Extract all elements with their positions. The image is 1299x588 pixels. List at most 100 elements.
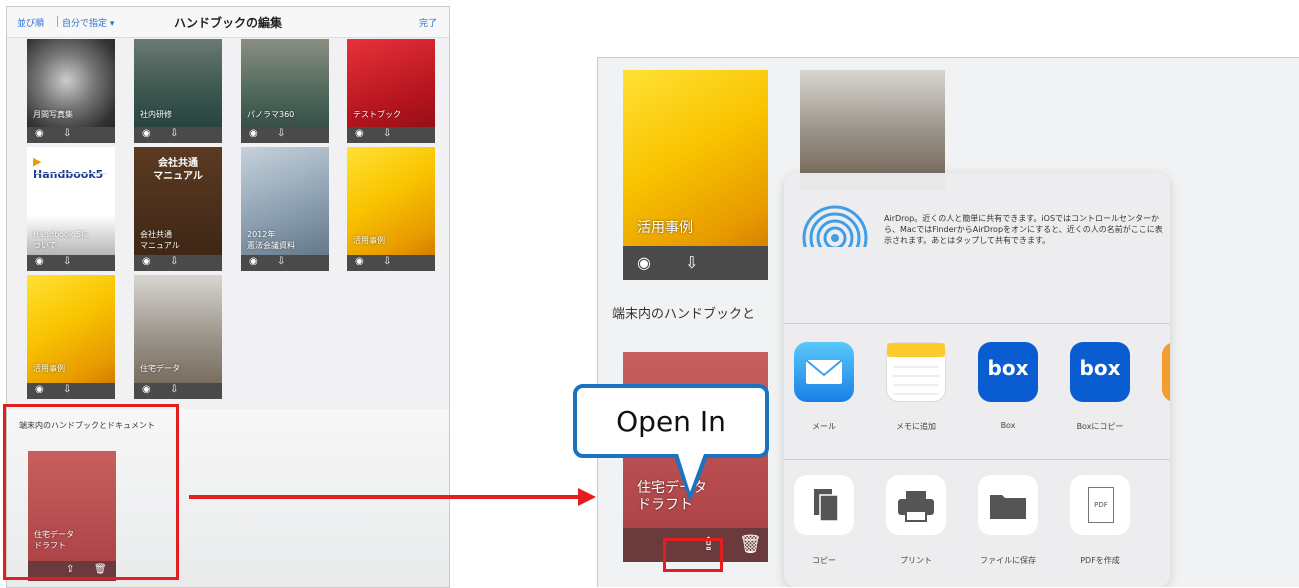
open-in-callout: Open In	[573, 384, 769, 458]
share-button-highlight	[663, 538, 723, 572]
cover-text-block	[35, 173, 107, 214]
notes-app-tile[interactable]	[886, 342, 946, 402]
book-tile[interactable]	[800, 70, 945, 190]
book-title: Handbook 5に ついて	[33, 230, 90, 250]
book-toolbar: ◉ ⇩	[134, 383, 222, 399]
folder-icon	[990, 495, 1026, 519]
copy-icon	[814, 489, 839, 522]
app-label: Box	[1000, 421, 1016, 430]
book-tile[interactable]: 社内研修 ◉ ⇩	[134, 39, 222, 143]
print-action-tile[interactable]	[886, 475, 946, 535]
download-icon[interactable]: ⇩	[170, 128, 178, 139]
preview-eye-icon[interactable]: ◉	[35, 384, 44, 395]
book-tile[interactable]: パノラマ360 ◉ ⇩	[241, 39, 329, 143]
book-toolbar: ◉ ⇩	[347, 255, 435, 271]
book-tile[interactable]: 活用事例 ◉ ⇩	[27, 275, 115, 399]
action-label: プリント	[900, 556, 932, 565]
app-label: Boxにコピー	[1076, 422, 1124, 431]
app-label: メモに追加	[896, 422, 936, 431]
mail-app-tile[interactable]	[794, 342, 854, 402]
book-cover	[27, 275, 115, 399]
book-title: 住宅データ	[140, 364, 180, 373]
book-tile[interactable]: 活用事例 ◉ ⇩	[623, 70, 768, 280]
book-toolbar: ◉ ⇩	[27, 127, 115, 143]
book-title: 活用事例	[637, 220, 693, 236]
book-title: 会社共通 マニュアル	[140, 230, 180, 250]
share-sheet: AirDrop。近くの人と簡単に共有できます。iOSではコントロールセンターから…	[784, 173, 1170, 587]
preview-eye-icon[interactable]: ◉	[35, 256, 44, 267]
book-title: 2012年 憲法会議資料	[247, 230, 295, 250]
book-title: 月間写真集	[33, 110, 73, 119]
done-button[interactable]: 完了	[419, 16, 437, 29]
print-icon	[898, 491, 934, 522]
preview-eye-icon[interactable]: ◉	[249, 128, 258, 139]
book-tile[interactable]: 月間写真集 ◉ ⇩	[27, 39, 115, 143]
download-icon[interactable]: ⇩	[63, 256, 71, 267]
preview-eye-icon[interactable]: ◉	[355, 128, 364, 139]
arrow-line	[189, 495, 579, 499]
book-tile[interactable]: テストブック ◉ ⇩	[347, 39, 435, 143]
preview-eye-icon[interactable]: ◉	[637, 253, 651, 272]
preview-eye-icon[interactable]: ◉	[142, 384, 151, 395]
book-cover	[347, 147, 435, 271]
box-icon: box	[1079, 356, 1121, 380]
action-row: コピー プリント ファイルに保存 PDF PDFを作成	[784, 460, 1170, 587]
book-toolbar: ◉ ⇩	[347, 127, 435, 143]
airdrop-icon	[802, 205, 868, 271]
box-app-tile[interactable]: box	[978, 342, 1038, 402]
callout-pointer	[674, 454, 708, 502]
action-label: ファイルに保存	[980, 556, 1036, 565]
download-icon[interactable]: ⇩	[277, 128, 285, 139]
book-cover	[241, 147, 329, 271]
preview-eye-icon[interactable]: ◉	[142, 128, 151, 139]
book-toolbar: ◉ ⇩	[27, 255, 115, 271]
download-icon[interactable]: ⇩	[383, 256, 391, 267]
callout-label: Open In	[616, 405, 726, 438]
preview-eye-icon[interactable]: ◉	[142, 256, 151, 267]
book-tile[interactable]: 会社共通 マニュアル 会社共通 マニュアル ◉ ⇩	[134, 147, 222, 271]
book-toolbar: ◉ ⇩	[134, 127, 222, 143]
book-tile[interactable]: 住宅データ ◉ ⇩	[134, 275, 222, 399]
book-toolbar: ◉ ⇩	[623, 246, 768, 280]
download-icon[interactable]: ⇩	[277, 256, 285, 267]
box-icon: box	[987, 356, 1029, 380]
download-icon[interactable]: ⇩	[685, 253, 698, 272]
create-pdf-action-tile[interactable]: PDF	[1070, 475, 1130, 535]
book-title: テストブック	[353, 110, 401, 119]
action-label: コピー	[812, 556, 836, 565]
more-app-tile[interactable]	[1162, 342, 1170, 402]
cover-title: 会社共通 マニュアル	[153, 158, 203, 182]
book-toolbar: ◉ ⇩	[27, 383, 115, 399]
download-icon[interactable]: ⇩	[383, 128, 391, 139]
section-title: 端末内のハンドブックと	[612, 307, 756, 322]
action-label: PDFを作成	[1080, 556, 1120, 565]
book-title: 社内研修	[140, 110, 172, 119]
book-toolbar: ◉ ⇩	[134, 255, 222, 271]
arrow-head-icon	[578, 488, 596, 506]
preview-eye-icon[interactable]: ◉	[35, 128, 44, 139]
airdrop-description: AirDrop。近くの人と簡単に共有できます。iOSではコントロールセンターから…	[884, 214, 1163, 245]
book-title: パノラマ360	[247, 110, 295, 119]
pdf-icon: PDF	[1088, 487, 1114, 523]
download-icon[interactable]: ⇩	[170, 256, 178, 267]
trash-icon[interactable]: 🗑	[739, 534, 762, 555]
save-to-files-action-tile[interactable]	[978, 475, 1038, 535]
box-copy-app-tile[interactable]: box	[1070, 342, 1130, 402]
book-tile[interactable]: 活用事例 ◉ ⇩	[347, 147, 435, 271]
notes-icon	[887, 343, 945, 395]
copy-action-tile[interactable]	[794, 475, 854, 535]
download-icon[interactable]: ⇩	[63, 384, 71, 395]
book-tile[interactable]: 2012年 憲法会議資料 ◉ ⇩	[241, 147, 329, 271]
book-icon: ▶	[33, 155, 42, 168]
book-cover	[134, 275, 222, 399]
book-toolbar: ◉ ⇩	[241, 255, 329, 271]
book-tile[interactable]: ▶ Handbook5 Handbook 5に ついて ◉ ⇩	[27, 147, 115, 271]
download-icon[interactable]: ⇩	[170, 384, 178, 395]
app-label: メール	[812, 422, 836, 431]
preview-eye-icon[interactable]: ◉	[355, 256, 364, 267]
mail-icon	[805, 359, 843, 384]
download-icon[interactable]: ⇩	[63, 128, 71, 139]
preview-eye-icon[interactable]: ◉	[249, 256, 258, 267]
book-toolbar: ◉ ⇩	[241, 127, 329, 143]
book-cover	[800, 70, 945, 190]
